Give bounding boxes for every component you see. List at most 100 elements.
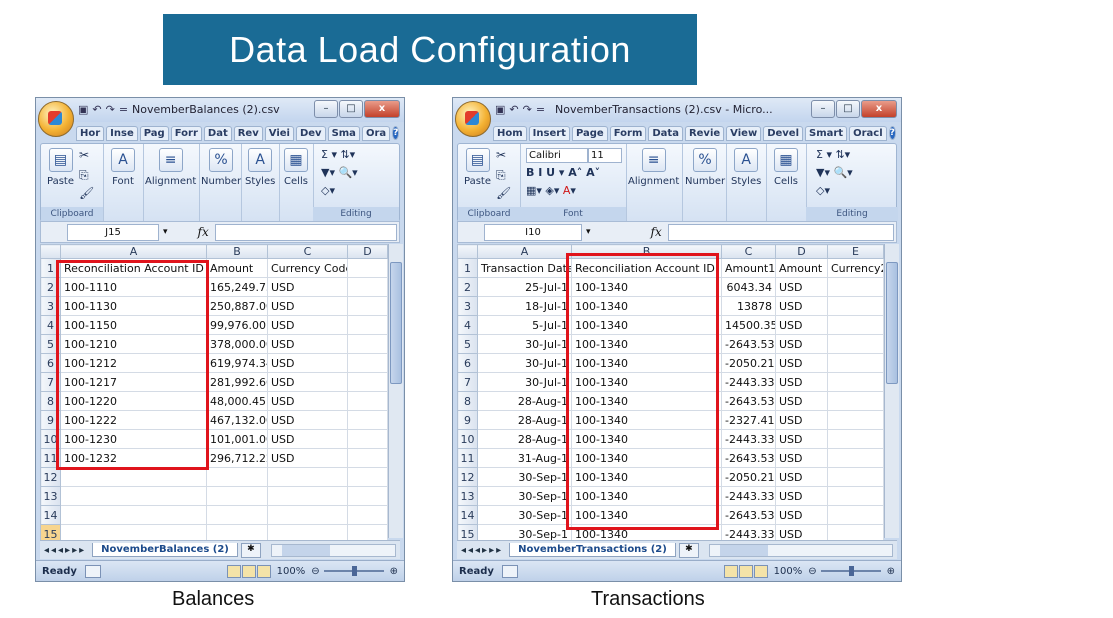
cell[interactable]: 250,887.00	[206, 296, 268, 316]
cell[interactable]: Amount	[775, 258, 828, 278]
tab-insert[interactable]: Inse	[106, 125, 138, 141]
cell[interactable]	[267, 467, 348, 487]
cell[interactable]: USD	[267, 277, 348, 297]
close-button[interactable]: x	[364, 100, 400, 118]
row-header[interactable]: 13	[40, 486, 61, 506]
cell[interactable]	[827, 334, 884, 354]
sheet-nav-arrows-icon[interactable]: ◂◂◂▸▸▸	[461, 545, 503, 556]
cell[interactable]	[347, 505, 388, 525]
horizontal-scrollbar[interactable]	[270, 543, 396, 557]
normal-view-icon[interactable]	[226, 564, 241, 578]
fill-icon[interactable]: ▼▾ 🔍▾	[816, 166, 853, 179]
vertical-scrollbar[interactable]	[388, 244, 403, 538]
close-button[interactable]: x	[861, 100, 897, 118]
page-layout-view-icon[interactable]	[738, 564, 753, 578]
tab-view[interactable]: View	[726, 125, 762, 141]
cell[interactable]: 31-Aug-1	[477, 448, 572, 468]
cell[interactable]: Amount1	[721, 258, 776, 278]
select-all-corner[interactable]	[40, 244, 61, 259]
cell[interactable]	[347, 410, 388, 430]
cell[interactable]: 18-Jul-1	[477, 296, 572, 316]
row-header[interactable]: 9	[457, 410, 478, 430]
cell[interactable]	[827, 353, 884, 373]
cell[interactable]: USD	[267, 353, 348, 373]
column-header[interactable]: A	[60, 244, 207, 259]
cell[interactable]: 28-Aug-1	[477, 410, 572, 430]
alignment-button[interactable]: ≡ Alignment	[145, 148, 196, 187]
font-button[interactable]: A Font	[111, 148, 135, 187]
row-header[interactable]: 2	[457, 277, 478, 297]
copy-icon[interactable]: ⎘	[79, 168, 89, 183]
cell[interactable]: USD	[267, 410, 348, 430]
macro-record-icon[interactable]	[501, 564, 518, 578]
cell[interactable]: USD	[775, 505, 828, 525]
paste-button[interactable]: ▤ Paste	[47, 148, 74, 187]
format-painter-icon[interactable]: 🖌	[79, 186, 94, 200]
customize-qat-icon[interactable]: =	[119, 103, 128, 116]
row-header[interactable]: 6	[457, 353, 478, 373]
office-button[interactable]	[455, 101, 491, 137]
cell[interactable]	[827, 277, 884, 297]
horizontal-scrollbar[interactable]	[708, 543, 893, 557]
cell[interactable]: 14500.35	[721, 315, 776, 335]
tab-smartview[interactable]: Smart	[805, 125, 848, 141]
cell[interactable]	[827, 505, 884, 525]
redo-icon[interactable]: ↷	[523, 103, 532, 116]
sheet-tab[interactable]: NovemberBalances (2)	[92, 543, 238, 557]
cell[interactable]: 13878	[721, 296, 776, 316]
minimize-button[interactable]: –	[314, 100, 338, 118]
alignment-button[interactable]: ≡ Alignment	[628, 148, 679, 187]
cell[interactable]: 467,132.00	[206, 410, 268, 430]
page-break-view-icon[interactable]	[256, 564, 271, 578]
column-header[interactable]: D	[347, 244, 388, 259]
tab-smartview[interactable]: Sma	[327, 125, 360, 141]
insert-function-icon[interactable]: fx	[198, 225, 209, 239]
name-box-dropdown-icon[interactable]: ▾	[586, 227, 591, 237]
format-painter-icon[interactable]: 🖌	[496, 186, 511, 200]
cell[interactable]: -2443.33	[721, 429, 776, 449]
minimize-button[interactable]: –	[811, 100, 835, 118]
cell[interactable]: USD	[775, 410, 828, 430]
ribbon-minimize-icon[interactable]: –	[898, 127, 902, 140]
cell[interactable]	[347, 372, 388, 392]
cell[interactable]	[267, 486, 348, 506]
tab-insert[interactable]: Insert	[528, 125, 570, 141]
cell[interactable]: 296,712.22	[206, 448, 268, 468]
tab-page-layout[interactable]: Page	[571, 125, 608, 141]
column-header[interactable]: C	[267, 244, 348, 259]
border-fill-fontcolor-icons[interactable]: ▦▾ ◈▾ A▾	[526, 184, 576, 197]
cell[interactable]: -2443.33	[721, 486, 776, 506]
column-header[interactable]: B	[206, 244, 268, 259]
clear-icon[interactable]: ◇▾	[816, 184, 830, 197]
cell[interactable]: -2443.33	[721, 372, 776, 392]
row-header[interactable]: 7	[457, 372, 478, 392]
cut-icon[interactable]: ✂	[79, 148, 89, 162]
macro-record-icon[interactable]	[84, 564, 101, 578]
name-box[interactable]: I10	[484, 223, 582, 241]
cells-button[interactable]: ▦ Cells	[774, 148, 798, 187]
cell[interactable]	[347, 277, 388, 297]
ribbon-minimize-icon[interactable]: –	[401, 127, 404, 140]
name-box[interactable]: J15	[67, 223, 159, 241]
cell[interactable]	[827, 410, 884, 430]
cell[interactable]: -2643.53	[721, 505, 776, 525]
cell[interactable]: USD	[267, 448, 348, 468]
column-header[interactable]: A	[477, 244, 572, 259]
cell[interactable]: 165,249.75	[206, 277, 268, 297]
cell[interactable]	[267, 505, 348, 525]
cell[interactable]	[206, 467, 268, 487]
number-button[interactable]: % Number	[201, 148, 241, 187]
tab-formulas[interactable]: Form	[609, 125, 647, 141]
cell[interactable]: USD	[775, 372, 828, 392]
zoom-in-icon[interactable]: ⊕	[390, 566, 398, 577]
cell[interactable]: 378,000.00	[206, 334, 268, 354]
fill-icon[interactable]: ▼▾ 🔍▾	[321, 166, 358, 179]
copy-icon[interactable]: ⎘	[496, 168, 506, 183]
zoom-level[interactable]: 100%	[277, 566, 306, 577]
cell[interactable]: -2643.53	[721, 448, 776, 468]
tab-data[interactable]: Data	[648, 125, 683, 141]
row-header[interactable]: 12	[40, 467, 61, 487]
cell[interactable]: USD	[775, 334, 828, 354]
cell[interactable]: -2643.53	[721, 334, 776, 354]
help-icon[interactable]: ?	[888, 126, 896, 140]
